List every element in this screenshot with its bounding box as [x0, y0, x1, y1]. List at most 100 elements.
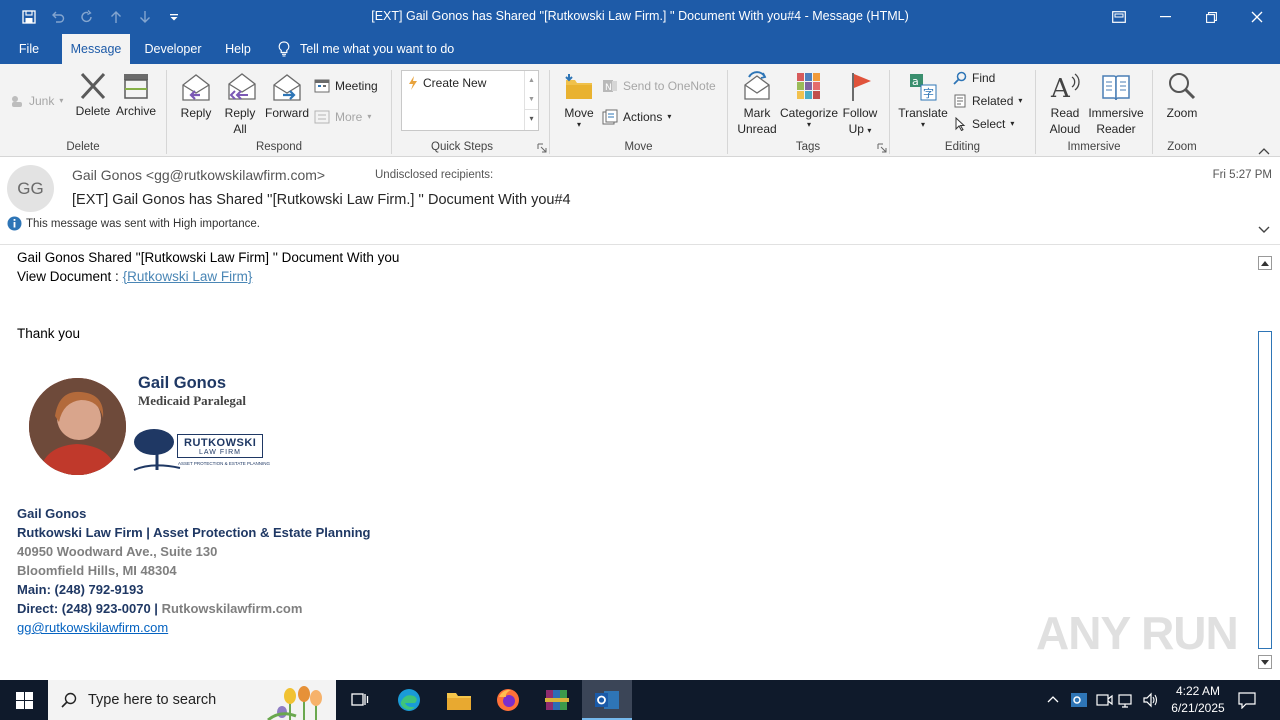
file-explorer-icon[interactable]: [446, 688, 474, 712]
tell-me-box[interactable]: Tell me what you want to do: [278, 34, 468, 64]
create-new-quick-step[interactable]: Create New: [408, 73, 486, 93]
translate-icon: a字: [910, 74, 937, 101]
tab-developer[interactable]: Developer: [139, 34, 207, 64]
close-button[interactable]: [1234, 0, 1280, 34]
sender[interactable]: Gail Gonos <gg@rutkowskilawfirm.com>: [72, 167, 325, 183]
scroll-up-button[interactable]: [1258, 256, 1272, 270]
body-scrollbar[interactable]: [1256, 254, 1274, 670]
signature-name: Gail Gonos: [17, 506, 87, 521]
zoom-button[interactable]: Zoom: [1160, 71, 1204, 121]
volume-icon[interactable]: [1142, 691, 1160, 714]
dialog-launcher-icon[interactable]: [877, 143, 887, 153]
tab-help[interactable]: Help: [218, 34, 258, 64]
immersive-reader-button[interactable]: Immersive Reader: [1088, 71, 1144, 137]
taskbar-search-box[interactable]: Type here to search: [48, 680, 336, 720]
move-button[interactable]: Move ▾: [558, 71, 600, 129]
clock[interactable]: 4:22 AM 6/21/2025: [1162, 683, 1234, 717]
svg-text:字: 字: [923, 86, 934, 100]
read-aloud-label-line2: Aloud: [1049, 122, 1081, 136]
tab-message[interactable]: Message: [62, 34, 130, 64]
group-label-tags: Tags: [795, 141, 821, 153]
windows-icon: [15, 691, 33, 709]
mark-unread-button[interactable]: Mark Unread: [734, 71, 780, 137]
ribbon: Junk ▾ Delete Archive Delete Reply Reply…: [0, 64, 1280, 157]
archive-label: Archive: [115, 104, 156, 118]
translate-button[interactable]: a字 Translate ▾: [896, 71, 950, 129]
card-name: Gail Gonos: [138, 374, 227, 392]
calendar-icon: [314, 79, 330, 93]
start-button[interactable]: [0, 680, 48, 720]
collapse-ribbon-icon[interactable]: [1258, 142, 1272, 155]
quick-steps-gallery[interactable]: Create New ▲ ▼ ▾: [401, 70, 539, 131]
archive-button[interactable]: Archive: [114, 71, 158, 119]
ribbon-display-options-icon[interactable]: [1096, 0, 1142, 34]
undo-icon[interactable]: [45, 7, 71, 27]
redo-icon[interactable]: [74, 7, 100, 27]
reply-all-label-line1: Reply: [224, 106, 256, 120]
junk-button[interactable]: Junk ▾: [10, 91, 63, 111]
restore-button[interactable]: [1188, 0, 1234, 34]
save-icon[interactable]: [16, 7, 42, 27]
down-arrow-icon[interactable]: [132, 7, 158, 27]
delete-button[interactable]: Delete: [72, 71, 114, 119]
search-icon: [953, 71, 967, 85]
meeting-button[interactable]: Meeting: [314, 76, 378, 96]
up-arrow-icon[interactable]: [103, 7, 129, 27]
find-button[interactable]: Find: [953, 68, 995, 88]
network-icon[interactable]: [1118, 691, 1136, 714]
signature-email-link[interactable]: gg@rutkowskilawfirm.com: [17, 620, 168, 635]
send-to-onenote-button[interactable]: N Send to OneNote: [602, 76, 716, 96]
signature-address1: 40950 Woodward Ave., Suite 130: [17, 544, 218, 559]
minimize-button[interactable]: [1142, 0, 1188, 34]
cursor-icon: [955, 117, 966, 131]
signature-website: Rutkowskilawfirm.com: [161, 601, 303, 616]
chevron-up-icon[interactable]: [1046, 692, 1060, 711]
view-document-link[interactable]: {Rutkowski Law Firm}: [123, 269, 253, 284]
view-document-label: View Document :: [17, 269, 123, 284]
mark-unread-label-line1: Mark: [743, 106, 771, 120]
tab-file[interactable]: File: [9, 34, 49, 64]
info-icon: [7, 216, 22, 231]
reply-all-button[interactable]: Reply All: [220, 71, 260, 137]
tulips-icon: [267, 686, 322, 720]
expand-header-icon[interactable]: [1258, 221, 1270, 239]
edge-icon[interactable]: [396, 687, 424, 713]
actions-button[interactable]: Actions ▾: [602, 107, 671, 127]
scroll-thumb[interactable]: [1258, 331, 1272, 649]
task-view-icon[interactable]: [343, 690, 377, 710]
winrar-icon[interactable]: [544, 687, 572, 713]
junk-icon: [12, 96, 22, 107]
follow-up-button[interactable]: Follow Up ▾: [840, 71, 880, 139]
junk-label: Junk: [29, 94, 55, 108]
actions-icon: [602, 109, 618, 125]
lightning-icon: [409, 76, 417, 90]
outlook-tray-icon[interactable]: [1070, 691, 1088, 714]
dialog-launcher-icon[interactable]: [537, 143, 547, 153]
outlook-taskbar-button[interactable]: [582, 680, 632, 720]
immersive-reader-label-line1: Immersive: [1088, 106, 1144, 120]
law-firm-logo: RUTKOWSKI LAW FIRM ASSET PROTECTION & ES…: [132, 426, 270, 474]
more-respond-button[interactable]: More ▾: [314, 107, 371, 127]
reply-button[interactable]: Reply: [176, 71, 216, 121]
signature-direct-line: Direct: (248) 923-0070 | Rutkowskilawfir…: [17, 601, 302, 616]
chevron-down-icon[interactable]: ▼: [525, 91, 538, 109]
find-label: Find: [972, 71, 996, 85]
forward-button[interactable]: Forward: [264, 71, 310, 121]
expand-gallery-icon[interactable]: ▾: [525, 109, 538, 128]
notifications-icon[interactable]: [1238, 691, 1256, 714]
scroll-down-button[interactable]: [1258, 655, 1272, 669]
categorize-button[interactable]: Categorize ▾: [780, 71, 838, 129]
zoom-label: Zoom: [1166, 106, 1198, 120]
read-aloud-icon: A: [1050, 73, 1080, 103]
signature-firm: Rutkowski Law Firm | Asset Protection & …: [17, 525, 371, 540]
quick-steps-scrollbar[interactable]: ▲ ▼ ▾: [524, 71, 538, 130]
customize-quick-access-icon[interactable]: [161, 7, 187, 27]
select-button[interactable]: Select ▾: [953, 114, 1014, 134]
related-button[interactable]: Related ▾: [953, 91, 1022, 111]
logo-text: RUTKOWSKI: [184, 437, 257, 449]
firefox-icon[interactable]: [495, 687, 523, 713]
chevron-up-icon[interactable]: ▲: [525, 71, 538, 91]
read-aloud-button[interactable]: A Read Aloud: [1042, 71, 1088, 137]
more-label: More: [335, 110, 363, 124]
meet-now-icon[interactable]: [1095, 691, 1113, 714]
